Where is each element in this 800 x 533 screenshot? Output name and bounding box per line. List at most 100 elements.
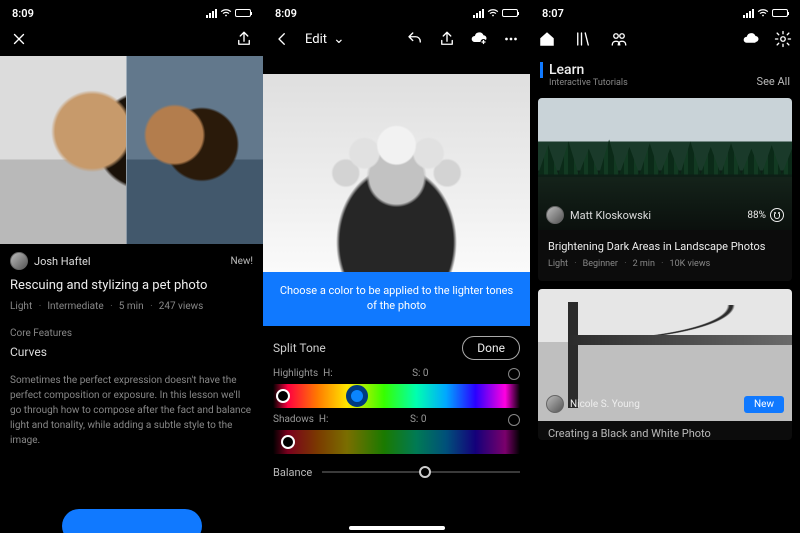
shadows-label: Shadows (273, 414, 314, 425)
cloud-sync-icon[interactable] (470, 30, 488, 48)
card-title: Creating a Black and White Photo (538, 421, 792, 440)
meta-duration: 5 min (119, 301, 153, 312)
meta-category: Light (10, 301, 41, 312)
cloud-icon[interactable] (742, 30, 760, 48)
edit-label: Edit (305, 32, 327, 47)
shadows-hue-label: H: (319, 414, 329, 425)
wifi-icon (757, 8, 769, 18)
status-time: 8:09 (12, 7, 34, 20)
battery-icon (235, 9, 251, 17)
learn-header: Learn Interactive Tutorials See All (530, 56, 800, 92)
balance-label: Balance (273, 466, 312, 479)
shadows-spectrum[interactable] (273, 430, 520, 454)
author[interactable]: Josh Haftel (10, 252, 91, 270)
card-progress-value: 88% (747, 210, 766, 221)
card-meta: Light Beginner 2 min 10K views (538, 259, 792, 281)
lesson-meta: Light Intermediate 5 min 247 views (0, 301, 263, 322)
card-author: Matt Kloskowski (546, 206, 651, 224)
balance-handle[interactable] (419, 466, 431, 478)
close-icon[interactable] (10, 30, 28, 48)
status-indicators (206, 8, 251, 18)
shadows-sat-value: S: 0 (410, 414, 426, 426)
share-icon[interactable] (438, 30, 456, 48)
tab-bar (530, 22, 800, 56)
tip-banner: Choose a color to be applied to the ligh… (263, 272, 530, 326)
shadows-hue-knob[interactable] (281, 435, 295, 449)
battery-icon (502, 9, 518, 17)
learn-title: Learn (540, 62, 628, 78)
new-badge: New (744, 396, 784, 413)
card-author-name: Nicole S. Young (570, 399, 640, 410)
tutorial-card[interactable]: Nicole S. Young New Creating a Black and… (538, 289, 792, 440)
undo-icon[interactable] (406, 30, 424, 48)
meta-level: Beginner (583, 259, 627, 269)
canvas-image[interactable] (263, 74, 530, 272)
status-time: 8:07 (542, 7, 564, 20)
avatar (546, 206, 564, 224)
more-icon[interactable] (502, 30, 520, 48)
author-name: Josh Haftel (34, 255, 91, 268)
new-badge: New! (230, 256, 253, 267)
card-author: Nicole S. Young (546, 395, 640, 413)
panel-title: Split Tone (273, 341, 326, 355)
top-bar (0, 22, 263, 56)
community-tab-icon[interactable] (610, 30, 628, 48)
status-bar: 8:09 (0, 0, 263, 22)
home-tab-icon[interactable] (538, 30, 556, 48)
done-button[interactable]: Done (462, 336, 520, 360)
highlights-sat-value: S: 0 (412, 368, 428, 380)
highlights-hue-label: H: (323, 368, 333, 379)
avatar (10, 252, 28, 270)
meta-category: Light (548, 259, 577, 269)
wifi-icon (220, 8, 232, 18)
smile-icon (770, 208, 784, 222)
status-bar: 8:07 (530, 0, 800, 22)
back-icon[interactable] (273, 30, 291, 48)
status-indicators (743, 8, 788, 18)
card-image: Matt Kloskowski 88% (538, 98, 792, 230)
phone-screen-editor: 8:09 Edit ⌄ Choose a color to be applied… (263, 0, 530, 533)
status-time: 8:09 (275, 7, 297, 20)
tutorial-card[interactable]: Matt Kloskowski 88% Brightening Dark Are… (538, 98, 792, 281)
highlights-sat-knob[interactable] (508, 368, 520, 380)
library-tab-icon[interactable] (574, 30, 592, 48)
card-title: Brightening Dark Areas in Landscape Phot… (538, 230, 792, 259)
edit-menu[interactable]: Edit ⌄ (305, 31, 345, 47)
wifi-icon (487, 8, 499, 18)
status-indicators (473, 8, 518, 18)
learn-subtitle: Interactive Tutorials (540, 78, 628, 88)
highlights-label: Highlights (273, 368, 318, 379)
meta-views: 10K views (670, 259, 715, 269)
settings-icon[interactable] (774, 30, 792, 48)
phone-screen-learn: 8:07 Learn Interactive Tutorials See All (530, 0, 800, 533)
highlights-start-knob[interactable] (276, 389, 290, 403)
balance-slider[interactable] (322, 471, 520, 473)
see-all-link[interactable]: See All (757, 75, 790, 88)
card-image: Nicole S. Young New (538, 289, 792, 421)
share-icon[interactable] (235, 30, 253, 48)
meta-views: 247 views (159, 301, 208, 312)
battery-icon (772, 9, 788, 17)
balance-row: Balance (273, 466, 520, 479)
author-row: Josh Haftel New! (0, 244, 263, 278)
avatar (546, 395, 564, 413)
highlights-hue-knob[interactable] (346, 385, 368, 407)
meta-duration: 2 min (633, 259, 664, 269)
lesson-title: Rescuing and stylizing a pet photo (0, 278, 263, 301)
section-header: Core Features (0, 322, 263, 341)
start-button[interactable] (62, 509, 202, 533)
split-tone-panel: Split Tone Done Highlights H: S: 0 Shado… (263, 326, 530, 479)
chevron-down-icon: ⌄ (333, 31, 345, 47)
card-progress: 88% (747, 208, 784, 222)
hero-image (0, 56, 263, 244)
highlights-spectrum[interactable] (273, 384, 520, 408)
shadows-sat-knob[interactable] (508, 414, 520, 426)
meta-level: Intermediate (47, 301, 112, 312)
status-bar: 8:09 (263, 0, 530, 22)
phone-screen-tutorial-detail: 8:09 Josh Haftel New! Rescuing and styli… (0, 0, 263, 533)
lesson-description: Sometimes the perfect expression doesn't… (0, 373, 263, 460)
card-author-name: Matt Kloskowski (570, 209, 651, 222)
home-indicator[interactable] (349, 526, 445, 530)
edit-top-bar: Edit ⌄ (263, 22, 530, 56)
section-feature: Curves (0, 341, 263, 373)
